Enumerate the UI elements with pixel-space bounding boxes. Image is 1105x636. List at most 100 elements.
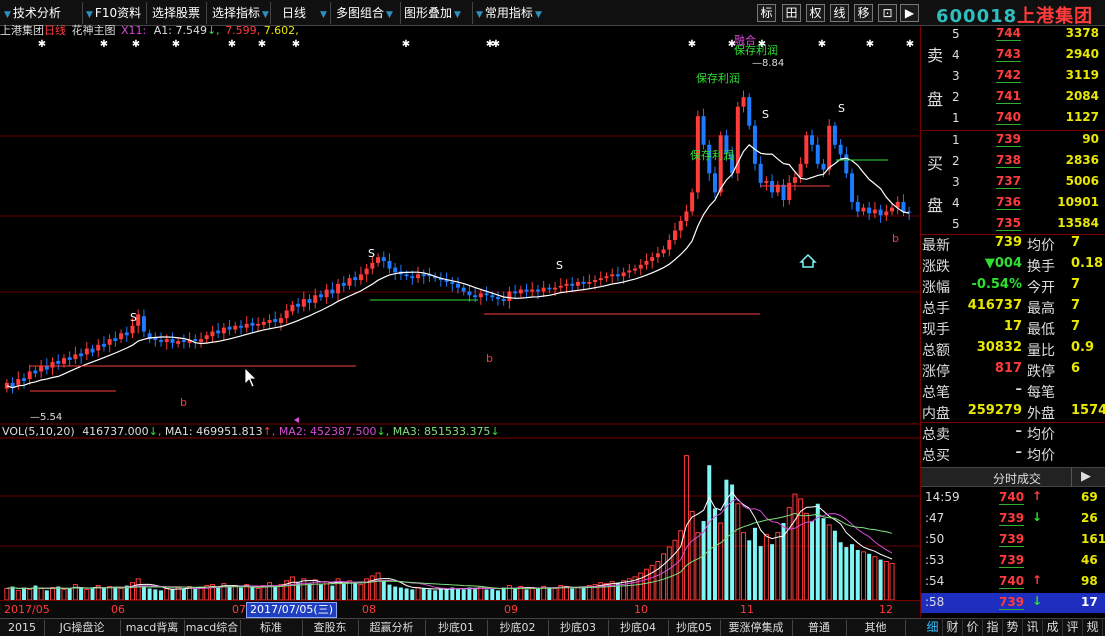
volume-bar [50,586,56,600]
indicator-tab[interactable]: 抄底05 [668,620,720,636]
sell-signal-label: S [368,247,375,260]
panel-tab[interactable]: 讯 [1023,618,1043,636]
panel-tab[interactable]: 规 [1083,618,1103,636]
orderbook-row[interactable]: 2 741 2084 [921,87,1105,108]
volume-bar [821,518,826,600]
kline-chart[interactable]: ✱ ✱ ✱ ✱ ✱ ✱ ✱ ✱ ✱✱ ✱ ✱ ✱ ✱ ✱ ✱SSSS Sbbb保存利润保存利润保存利润融合—8… [0,26,920,600]
volume-bar [193,588,198,600]
orderbook-row[interactable]: 3 742 3119 [921,66,1105,87]
date-label: 10 [634,603,648,616]
volume-bar [198,586,204,600]
indicator-tab[interactable]: 标准 [240,620,302,636]
orderbook-row[interactable]: 2 738 2836 [921,151,1105,172]
select-stock-button[interactable]: 选择股票 [152,3,200,23]
rights-tool-button[interactable]: 权 [806,4,825,22]
candle [581,281,586,284]
play-icon[interactable]: ▶ [1081,469,1091,484]
tick-row[interactable]: :54 740 ↑ 98 [921,572,1105,592]
window-tool-button[interactable]: ⊡ [878,4,897,22]
candle [84,348,89,355]
chevron-down-icon: ▼ [534,10,542,20]
tick-header[interactable]: 分时成交 ▶ [921,467,1105,487]
indicator-tab[interactable]: 抄底02 [487,620,548,636]
panel-tab[interactable]: 评 [1063,618,1083,636]
volume-bar [181,588,186,600]
indicator-tab[interactable]: 查股东 [302,620,358,636]
volume-bar [484,589,489,600]
panel-tab[interactable]: 势 [1003,618,1023,636]
indicator-tab[interactable]: 其他 [846,620,905,636]
indicator-tab[interactable]: 抄底01 [425,620,487,636]
down-arrow-icon: ↓, [148,425,162,438]
candle [96,344,101,351]
panel-tab[interactable]: 成 [1043,618,1063,636]
candle [872,209,877,214]
volume-bar [467,587,472,600]
period-daily-button[interactable]: 日线 ▼ [282,3,327,23]
volume-bar [90,587,95,600]
volume-bar [461,589,466,600]
panel-tab[interactable]: 价 [963,618,983,636]
indicator-tab[interactable]: JG操盘论 [44,620,120,636]
selected-date-label: 2017/07/05(三) [246,602,337,618]
indicator-tab[interactable]: macd综合 [184,620,240,636]
volume-bar [261,585,267,600]
candle [798,163,803,178]
indicator-tab[interactable]: 抄底03 [548,620,608,636]
play-tool-button[interactable]: ▶ [900,4,919,22]
multi-chart-button[interactable]: 多图组合 ▼ [336,3,393,23]
candle [524,289,529,292]
low-price-label: —5.54 [30,412,62,423]
common-indicator-button[interactable]: ▼ 常用指标 ▼ [476,3,542,23]
volume-bar [609,581,615,600]
candle [850,173,855,202]
panel-tab[interactable]: 指 [983,618,1003,636]
line-tool-button[interactable]: 线 [830,4,849,22]
candle [741,97,746,107]
volume-bar [473,588,478,600]
overlay-button[interactable]: 图形叠加 ▼ [404,3,461,23]
candle [684,211,689,221]
tab-f10[interactable]: ▼ F10资料 [86,3,141,23]
select-indicator-button[interactable]: 选择指标 ▼ [212,3,269,23]
grid-tool-button[interactable]: 田 [782,4,801,22]
volume-bar [10,586,15,600]
indicator-tab[interactable]: 2015 [0,620,44,636]
move-tool-button[interactable]: 移 [854,4,873,22]
tick-row[interactable]: :53 739 46 [921,551,1105,571]
tick-row[interactable]: :50 739 161 [921,530,1105,550]
panel-tab[interactable]: 细 [923,618,943,636]
chart-header: 上港集团日线 花神主图 X11: A1: 7.549↓, 7.599, 7.60… [0,24,299,37]
quote-panel: 卖 盘 5 744 3378 4 743 2940 3 742 3119 2 7… [920,24,1105,636]
indicator-tab[interactable]: macd背离 [120,620,184,636]
orderbook-row[interactable]: 1 740 1127 [921,108,1105,129]
orderbook-row[interactable]: 3 737 5006 [921,172,1105,193]
tick-row[interactable]: 14:59 740 ↑ 69 [921,488,1105,508]
indicator-tab[interactable]: 抄底04 [608,620,668,636]
volume-bar [369,575,375,600]
indicator-tab[interactable]: 普通 [792,620,846,636]
high-price-label: —8.84 [752,58,784,69]
date-label: 06 [111,603,125,616]
tick-row[interactable]: :47 739 ↓ 26 [921,509,1105,529]
orderbook-row[interactable]: 5 735 13584 [921,214,1105,235]
tick-row[interactable]: :58 739 ↓ 17 [921,593,1105,613]
mark-tool-button[interactable]: 标 [757,4,776,22]
orderbook-row[interactable]: 5 744 3378 [921,24,1105,45]
candle [153,338,158,341]
panel-tab[interactable]: 财 [943,618,963,636]
orderbook-row[interactable]: 1 739 90 [921,130,1105,151]
indicator-tab[interactable]: 要涨停集成 [720,620,792,636]
candle [518,289,523,294]
candle [39,365,44,372]
tab-technical-analysis[interactable]: ▼ 技术分析 [4,3,61,23]
orderbook-row[interactable]: 4 736 10901 [921,193,1105,214]
buy-signal-label: b [892,232,899,245]
volume-bar [255,587,261,600]
orderbook-row[interactable]: 4 743 2940 [921,45,1105,66]
candle [678,220,683,231]
candle [301,299,306,307]
volume-bar [529,586,535,600]
indicator-tab[interactable]: 超赢分析 [358,620,425,636]
dropdown-triangle-icon: ▼ [86,10,93,20]
